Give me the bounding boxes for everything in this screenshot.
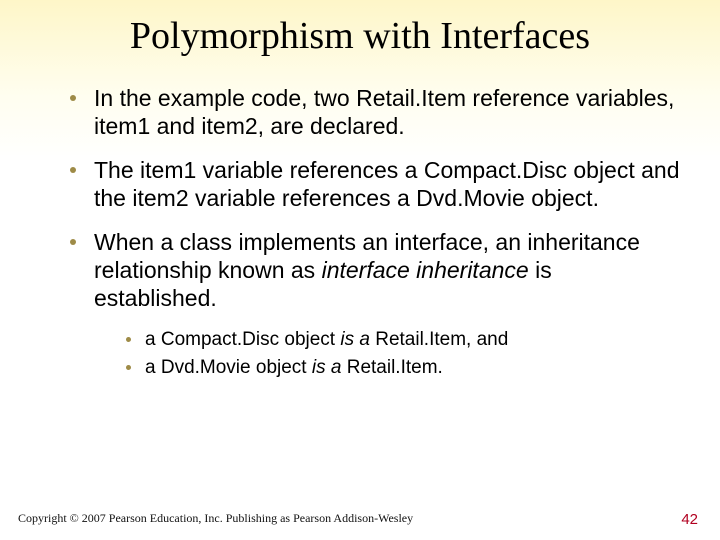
text-run: a Dvd.Movie object	[145, 357, 312, 378]
page-title: Polymorphism with Interfaces	[0, 0, 720, 68]
page-number: 42	[681, 511, 698, 528]
bullet-icon	[126, 337, 131, 342]
sub-bullet-list: a Compact.Disc object is a Retail.Item, …	[70, 328, 680, 380]
bullet-icon	[70, 239, 76, 245]
text-run: Retail.Item, and	[370, 329, 508, 350]
bullet-item: In the example code, two Retail.Item ref…	[70, 84, 680, 140]
bullet-icon	[70, 167, 76, 173]
sub-bullet-item: a Dvd.Movie object is a Retail.Item.	[126, 356, 680, 380]
bullet-item: The item1 variable references a Compact.…	[70, 156, 680, 212]
bullet-text: When a class implements an interface, an…	[94, 228, 680, 312]
sub-bullet-text: a Compact.Disc object is a Retail.Item, …	[145, 328, 508, 352]
sub-bullet-text: a Dvd.Movie object is a Retail.Item.	[145, 356, 443, 380]
text-run: a Compact.Disc object	[145, 329, 340, 350]
text-run: Retail.Item.	[341, 357, 442, 378]
emphasis-text: interface inheritance	[322, 257, 529, 283]
content-area: In the example code, two Retail.Item ref…	[0, 68, 720, 380]
sub-bullet-item: a Compact.Disc object is a Retail.Item, …	[126, 328, 680, 352]
copyright-text: Copyright © 2007 Pearson Education, Inc.…	[18, 511, 413, 526]
bullet-text: In the example code, two Retail.Item ref…	[94, 84, 680, 140]
emphasis-text: is a	[340, 329, 370, 350]
bullet-text: The item1 variable references a Compact.…	[94, 156, 680, 212]
emphasis-text: is a	[312, 357, 342, 378]
bullet-item: When a class implements an interface, an…	[70, 228, 680, 312]
bullet-icon	[126, 365, 131, 370]
bullet-icon	[70, 95, 76, 101]
